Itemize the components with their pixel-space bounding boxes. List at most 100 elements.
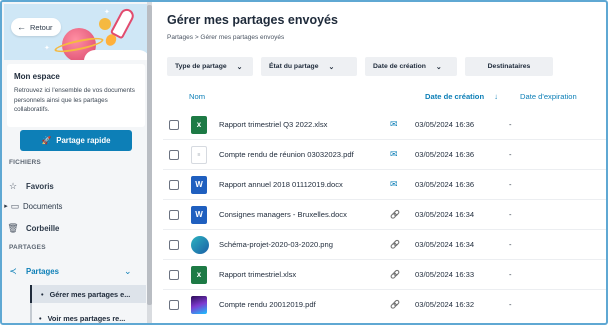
chevron-down-icon: ⌄ bbox=[435, 63, 442, 71]
file-name[interactable]: Consignes managers - Bruxelles.docx bbox=[219, 210, 347, 219]
sidebar-item-corbeille[interactable]: 🗑 Corbeille bbox=[2, 219, 147, 237]
column-header-expires[interactable]: Date d'expiration bbox=[520, 92, 577, 101]
quick-share-button[interactable]: 🚀 Partage rapide bbox=[20, 130, 132, 151]
sidebar-item-partages[interactable]: ≺ Partages ⌄ bbox=[2, 262, 147, 280]
link-icon: 🔗 bbox=[390, 270, 400, 279]
filter-label: Type de partage bbox=[175, 63, 227, 70]
table-row[interactable]: W Rapport annuel 2018 01112019.docx ✉ 03/05… bbox=[149, 170, 606, 199]
word-file-icon: W bbox=[191, 175, 207, 194]
link-icon: 🔗 bbox=[390, 240, 400, 249]
expiration-date: - bbox=[509, 120, 512, 129]
sidebar-item-label: Partages bbox=[26, 266, 59, 276]
arrow-left-icon: ← bbox=[17, 22, 26, 32]
file-name[interactable]: Rapport trimestriel.xlsx bbox=[219, 270, 296, 279]
sidebar-item-documents[interactable]: ▸ ▭ Documents bbox=[2, 197, 147, 215]
created-date: 03/05/2024 16:33 bbox=[415, 270, 475, 279]
table-row[interactable]: ≡ Compte rendu de réunion 03032023.pdf ✉ 03… bbox=[149, 140, 606, 169]
row-checkbox[interactable] bbox=[169, 149, 179, 160]
filter-recipients[interactable]: Destinataires bbox=[465, 57, 553, 76]
sidebar: ✦ ✦ ← Retour Mon espace Retrouvez ici l'… bbox=[2, 2, 149, 323]
sidebar-item-label: Gérer mes partages e... bbox=[49, 289, 131, 299]
back-button[interactable]: ← Retour bbox=[11, 18, 61, 36]
star-icon: ☆ bbox=[8, 180, 18, 191]
hero-illustration: ✦ ✦ ← Retour bbox=[4, 4, 147, 60]
pdf-file-icon bbox=[191, 295, 207, 314]
expiration-date: - bbox=[509, 300, 512, 309]
share-icon: ≺ bbox=[9, 265, 17, 276]
table-row[interactable]: x Rapport trimestriel.xlsx 🔗 03/05/2024 16:… bbox=[149, 260, 606, 289]
word-file-icon: W bbox=[191, 205, 207, 224]
sidebar-item-label: Corbeille bbox=[26, 223, 60, 233]
created-date: 03/05/2024 16:34 bbox=[415, 240, 475, 249]
file-name[interactable]: Rapport trimestriel Q3 2022.xlsx bbox=[219, 120, 327, 129]
expiration-date: - bbox=[509, 210, 512, 219]
filter-date[interactable]: Date de création ⌄ bbox=[365, 57, 457, 76]
table-row[interactable]: Compte rendu 20012019.pdf 🔗 03/05/2024 16:… bbox=[149, 290, 606, 319]
mail-icon: ✉ bbox=[390, 149, 398, 159]
created-date: 03/05/2024 16:34 bbox=[415, 210, 475, 219]
rocket-icon: 🚀 bbox=[41, 136, 52, 145]
expiration-date: - bbox=[509, 270, 512, 279]
folder-icon: ▭ bbox=[10, 200, 20, 211]
column-header-name[interactable]: Nom bbox=[189, 92, 205, 101]
filter-label: Destinataires bbox=[487, 63, 531, 70]
pdf-file-icon: ≡ bbox=[191, 145, 207, 164]
image-file-icon bbox=[191, 235, 209, 254]
table-row[interactable]: x Rapport trimestriel Q3 2022.xlsx ✉ 03/05/… bbox=[149, 110, 606, 139]
row-checkbox[interactable] bbox=[169, 209, 179, 220]
filter-bar: Type de partage ⌄ État du partage ⌄ Date… bbox=[167, 57, 553, 76]
quick-share-label: Partage rapide bbox=[56, 136, 111, 145]
expiration-date: - bbox=[509, 240, 512, 249]
column-header-created[interactable]: Date de création ↓ bbox=[425, 92, 498, 101]
chevron-down-icon: ⌄ bbox=[124, 265, 132, 276]
file-name[interactable]: Compte rendu de réunion 03032023.pdf bbox=[219, 150, 354, 159]
file-name[interactable]: Compte rendu 20012019.pdf bbox=[219, 300, 316, 309]
filter-type[interactable]: Type de partage ⌄ bbox=[167, 57, 253, 76]
rocket-illustration bbox=[109, 6, 137, 40]
page-title: Gérer mes partages envoyés bbox=[167, 13, 338, 27]
created-date: 03/05/2024 16:36 bbox=[415, 150, 475, 159]
row-checkbox[interactable] bbox=[169, 179, 179, 190]
excel-file-icon: x bbox=[191, 265, 207, 284]
created-date: 03/05/2024 16:32 bbox=[415, 300, 475, 309]
expiration-date: - bbox=[509, 180, 512, 189]
space-title: Mon espace bbox=[14, 72, 60, 81]
link-icon: 🔗 bbox=[390, 300, 400, 309]
sidebar-item-label: Voir mes partages re... bbox=[47, 313, 126, 323]
space-info-card: Mon espace Retrouvez ici l'ensemble de v… bbox=[7, 64, 145, 127]
mail-icon: ✉ bbox=[390, 179, 398, 189]
table-row[interactable]: W Consignes managers - Bruxelles.docx 🔗 03/… bbox=[149, 200, 606, 229]
filter-label: État du partage bbox=[269, 63, 319, 70]
section-files: FICHIERS bbox=[9, 159, 41, 166]
filter-label: Date de création bbox=[373, 63, 426, 70]
link-icon: 🔗 bbox=[390, 210, 400, 219]
mail-icon: ✉ bbox=[390, 119, 398, 129]
space-description: Retrouvez ici l'ensemble de vos document… bbox=[14, 87, 135, 113]
created-date: 03/05/2024 16:36 bbox=[415, 180, 475, 189]
row-checkbox[interactable] bbox=[169, 239, 179, 250]
expiration-date: - bbox=[509, 150, 512, 159]
sidebar-item-label: Documents bbox=[23, 201, 63, 211]
section-shares: PARTAGES bbox=[9, 244, 46, 251]
sidebar-item-received-shares[interactable]: • Voir mes partages re... bbox=[30, 309, 146, 323]
main-content: Gérer mes partages envoyés Partages > Gé… bbox=[149, 2, 606, 323]
excel-file-icon: x bbox=[191, 115, 207, 134]
created-date: 03/05/2024 16:36 bbox=[415, 120, 475, 129]
table-row[interactable]: Schéma-projet-2020-03-2020.png 🔗 03/05/202… bbox=[149, 230, 606, 259]
sidebar-item-label: Favoris bbox=[26, 181, 54, 191]
row-checkbox[interactable] bbox=[169, 299, 179, 310]
chevron-down-icon: ⌄ bbox=[236, 63, 243, 71]
filter-state[interactable]: État du partage ⌄ bbox=[261, 57, 357, 76]
app-window: ✦ ✦ ← Retour Mon espace Retrouvez ici l'… bbox=[0, 0, 608, 325]
file-name[interactable]: Rapport annuel 2018 01112019.docx bbox=[219, 180, 343, 189]
sidebar-item-sent-shares[interactable]: • Gérer mes partages e... bbox=[30, 285, 146, 303]
sort-arrow-icon: ↓ bbox=[494, 92, 499, 101]
caret-right-icon: ▸ bbox=[4, 203, 8, 210]
back-label: Retour bbox=[30, 22, 53, 32]
row-checkbox[interactable] bbox=[169, 119, 179, 130]
sidebar-item-favoris[interactable]: ☆ Favoris bbox=[2, 177, 147, 195]
breadcrumb[interactable]: Partages > Gérer mes partages envoyés bbox=[167, 34, 284, 41]
row-checkbox[interactable] bbox=[169, 269, 179, 280]
file-name[interactable]: Schéma-projet-2020-03-2020.png bbox=[219, 240, 333, 249]
trash-icon: 🗑 bbox=[7, 222, 19, 233]
